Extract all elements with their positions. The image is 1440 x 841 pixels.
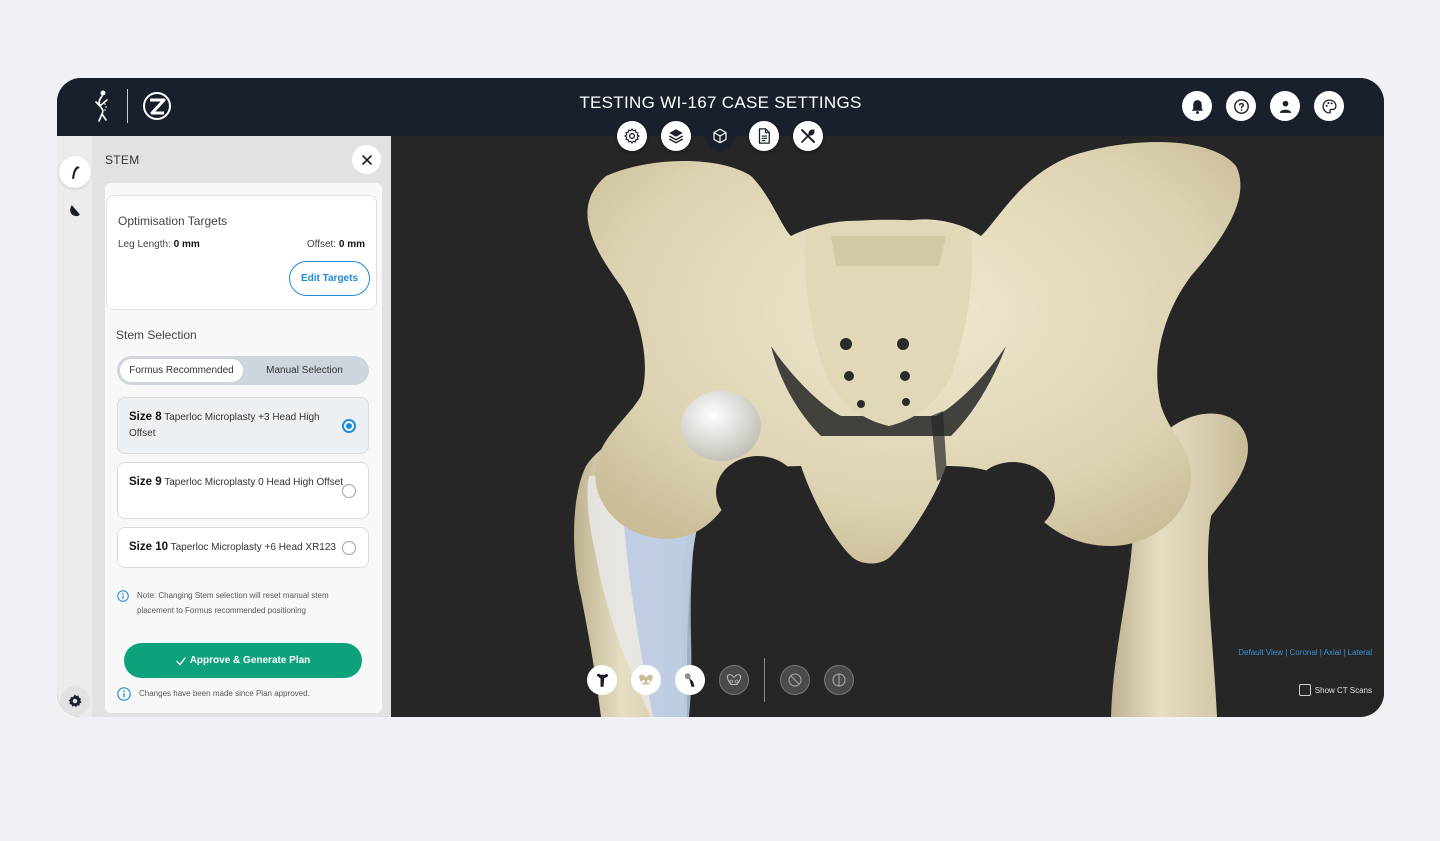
tools-tool-button[interactable] bbox=[793, 121, 823, 151]
rail-settings-button[interactable] bbox=[60, 686, 90, 716]
tab-formus-recommended[interactable]: Formus Recommended bbox=[120, 359, 243, 382]
stem-selection-toggle: Formus Recommended Manual Selection bbox=[117, 356, 369, 385]
view-lateral-link[interactable]: Lateral bbox=[1348, 648, 1372, 657]
palette-icon bbox=[1321, 98, 1337, 114]
report-tool-button[interactable] bbox=[749, 121, 779, 151]
panel-content: Optimisation Targets Leg Length: 0 mm Of… bbox=[105, 183, 382, 713]
close-panel-button[interactable] bbox=[352, 145, 381, 174]
stem-option-size-9[interactable]: Size 9 Taperloc Microplasty 0 Head High … bbox=[117, 462, 369, 519]
view-tools-divider bbox=[764, 658, 765, 702]
layers-tool-button[interactable] bbox=[661, 121, 691, 151]
3d-viewport[interactable]: Default View | Coronal | Axial | Lateral… bbox=[391, 136, 1384, 717]
close-icon bbox=[361, 154, 372, 165]
header-actions bbox=[1182, 91, 1344, 121]
plan-status: Changes have been made since Plan approv… bbox=[117, 686, 367, 701]
app-window: TESTING WI-167 CASE SETTINGS STEM Optimi… bbox=[57, 78, 1384, 717]
offset-value: 0 mm bbox=[338, 239, 365, 250]
implant-icon bbox=[684, 673, 695, 687]
leg-length-label: Leg Length: bbox=[118, 239, 174, 250]
view-coronal-link[interactable]: Coronal bbox=[1290, 648, 1318, 657]
gear-icon bbox=[624, 128, 640, 144]
panel-title: STEM bbox=[105, 153, 140, 167]
pelvis-outline-icon bbox=[726, 674, 742, 686]
cube-icon bbox=[713, 128, 727, 144]
view-default-link[interactable]: Default View bbox=[1238, 648, 1283, 657]
stem-size: Size 8 bbox=[129, 411, 162, 423]
toggle-implant-button[interactable] bbox=[675, 665, 705, 695]
profile-button[interactable] bbox=[1270, 91, 1300, 121]
left-rail bbox=[57, 136, 92, 717]
document-icon bbox=[758, 128, 770, 144]
tab-manual-selection[interactable]: Manual Selection bbox=[243, 359, 366, 382]
offset-label: Offset: bbox=[306, 239, 339, 250]
layers-icon bbox=[668, 129, 684, 144]
rail-stem-button[interactable] bbox=[59, 156, 91, 188]
split-view-icon bbox=[832, 673, 846, 687]
stem-option-size-8[interactable]: Size 8 Taperloc Microplasty +3 Head High… bbox=[117, 397, 369, 454]
optimisation-targets-card: Optimisation Targets Leg Length: 0 mm Of… bbox=[106, 195, 377, 310]
stem-option-size-10[interactable]: Size 10 Taperloc Microplasty +6 Head XR1… bbox=[117, 527, 369, 568]
check-icon bbox=[176, 656, 186, 665]
toggle-femur-button[interactable] bbox=[587, 665, 617, 695]
stem-radio[interactable] bbox=[342, 541, 356, 555]
edit-targets-button[interactable]: Edit Targets bbox=[289, 261, 370, 296]
stem-size: Size 10 bbox=[129, 541, 168, 553]
tools-icon bbox=[801, 129, 815, 143]
stem-description: Taperloc Microplasty 0 Head High Offset bbox=[164, 477, 344, 488]
stem-option-text: Size 9 Taperloc Microplasty 0 Head High … bbox=[129, 474, 344, 491]
stem-radio[interactable] bbox=[342, 484, 356, 498]
stem-size: Size 9 bbox=[129, 476, 162, 488]
toggle-pelvis-outline-button[interactable] bbox=[719, 665, 749, 695]
stem-radio-selected[interactable] bbox=[342, 419, 356, 433]
info-icon bbox=[117, 686, 131, 701]
main-toolbar bbox=[617, 121, 823, 151]
stem-selection-label: Stem Selection bbox=[116, 328, 197, 342]
stem-change-note: Note: Changing Stem selection will reset… bbox=[117, 588, 367, 618]
help-icon bbox=[1233, 98, 1249, 114]
targets-title: Optimisation Targets bbox=[118, 214, 228, 228]
settings-icon bbox=[68, 694, 82, 708]
show-ct-checkbox[interactable] bbox=[1298, 684, 1311, 696]
leg-length-value: 0 mm bbox=[173, 239, 200, 250]
approve-label: Approve & Generate Plan bbox=[189, 655, 311, 666]
theme-button[interactable] bbox=[1314, 91, 1344, 121]
rail-cup-button[interactable] bbox=[59, 195, 91, 227]
help-button[interactable] bbox=[1226, 91, 1256, 121]
view-tools bbox=[587, 658, 854, 702]
info-icon bbox=[117, 590, 129, 602]
show-ct-scans: Show CT Scans bbox=[1298, 684, 1372, 696]
view-presets: Default View | Coronal | Axial | Lateral bbox=[1238, 648, 1372, 657]
stem-icon bbox=[72, 166, 80, 179]
stem-option-text: Size 8 Taperloc Microplasty +3 Head High… bbox=[129, 409, 344, 442]
approve-generate-plan-button[interactable]: Approve & Generate Plan bbox=[124, 643, 362, 678]
pelvis-icon bbox=[639, 674, 653, 685]
hide-anatomy-button[interactable] bbox=[780, 665, 810, 695]
notifications-button[interactable] bbox=[1182, 91, 1212, 121]
note-text: Note: Changing Stem selection will reset… bbox=[137, 591, 329, 615]
cup-icon bbox=[70, 205, 80, 217]
femur-icon bbox=[596, 673, 609, 687]
view-axial-link[interactable]: Axial bbox=[1324, 648, 1341, 657]
stem-description: Taperloc Microplasty +6 Head XR123 bbox=[170, 542, 336, 553]
hide-anatomy-icon bbox=[788, 673, 802, 687]
model-tool-button[interactable] bbox=[705, 121, 735, 151]
status-text: Changes have been made since Plan approv… bbox=[139, 689, 310, 698]
toggle-pelvis-button[interactable] bbox=[631, 665, 661, 695]
bell-icon bbox=[1191, 99, 1203, 114]
split-view-button[interactable] bbox=[824, 665, 854, 695]
leg-length: Leg Length: 0 mm bbox=[118, 239, 200, 250]
stem-option-text: Size 10 Taperloc Microplasty +6 Head XR1… bbox=[129, 539, 354, 556]
stem-panel: STEM Optimisation Targets Leg Length: 0 … bbox=[92, 136, 391, 717]
show-ct-label: Show CT Scans bbox=[1314, 685, 1372, 695]
user-icon bbox=[1279, 100, 1291, 113]
hip-model-render bbox=[574, 142, 1248, 717]
settings-tool-button[interactable] bbox=[617, 121, 647, 151]
offset: Offset: 0 mm bbox=[307, 239, 365, 250]
